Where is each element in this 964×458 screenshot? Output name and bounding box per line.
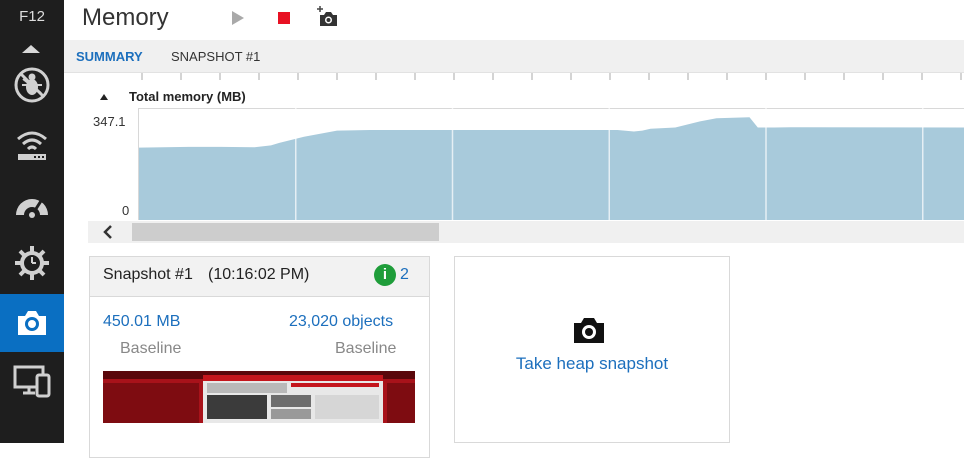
play-icon [232, 11, 244, 25]
add-snapshot-icon [317, 6, 337, 26]
size-baseline-caption: Baseline [120, 340, 182, 357]
camera-icon [18, 311, 46, 335]
scroll-thumb[interactable] [132, 223, 439, 241]
sidebar-item-memory[interactable] [0, 294, 64, 352]
collapse-icon[interactable] [100, 94, 108, 100]
scroll-up-icon[interactable] [22, 45, 40, 53]
bug-icon [14, 67, 50, 103]
snapshot-size-link[interactable]: 450.01 MB [103, 313, 180, 331]
memory-chart[interactable]: 347.1 0 [64, 108, 964, 220]
info-count[interactable]: 2 [400, 266, 409, 284]
timeline-scrollbar[interactable] [88, 221, 964, 243]
sidebar-item-emulation[interactable] [0, 352, 64, 410]
header: Memory [64, 0, 964, 40]
sidebar-item-responsiveness[interactable] [0, 234, 64, 292]
objects-baseline-caption: Baseline [335, 340, 397, 357]
sidebar-item-network[interactable] [0, 116, 64, 174]
scroll-left-button[interactable] [88, 221, 128, 243]
responsiveness-icon [15, 246, 49, 280]
sidebar: F12 [0, 0, 64, 443]
stop-profiling-button[interactable] [272, 7, 296, 29]
network-icon [17, 131, 47, 160]
start-profiling-button[interactable] [226, 7, 250, 29]
take-heap-snapshot-label: Take heap snapshot [515, 354, 669, 373]
tab-snapshot-1[interactable]: SNAPSHOT #1 [171, 49, 260, 64]
performance-icon [16, 199, 48, 218]
take-snapshot-toolbar-button[interactable] [316, 5, 340, 27]
page-preview-image [103, 371, 415, 423]
snapshot-name: Snapshot #1 [103, 266, 193, 283]
chevron-left-icon [103, 225, 112, 239]
sidebar-item-performance[interactable] [0, 176, 64, 234]
info-icon[interactable]: i [374, 264, 396, 286]
take-heap-snapshot-button[interactable]: Take heap snapshot [454, 256, 730, 443]
chart-title: Total memory (MB) [129, 89, 246, 104]
sidebar-item-debugger[interactable] [0, 56, 64, 114]
camera-icon [574, 318, 604, 343]
sidebar-title: F12 [19, 8, 45, 25]
snapshot-card-header: Snapshot #1 (10:16:02 PM) i 2 [90, 257, 429, 297]
snapshot-time: (10:16:02 PM) [208, 266, 310, 283]
tab-summary[interactable]: SUMMARY [76, 49, 143, 64]
snapshot-objects-link[interactable]: 23,020 objects [289, 313, 393, 331]
stop-icon [278, 12, 290, 24]
snapshot-card[interactable]: Snapshot #1 (10:16:02 PM) i 2 450.01 MB … [89, 256, 430, 458]
emulation-icon [13, 365, 51, 398]
memory-series-area [139, 117, 964, 220]
snapshot-thumbnail[interactable] [103, 371, 415, 423]
tab-bar: SUMMARY SNAPSHOT #1 [64, 40, 964, 73]
memory-chart-svg [138, 108, 964, 220]
chart-header: Total memory (MB) [64, 86, 964, 108]
page-title: Memory [82, 4, 169, 31]
timeline-ruler[interactable] [64, 73, 964, 83]
